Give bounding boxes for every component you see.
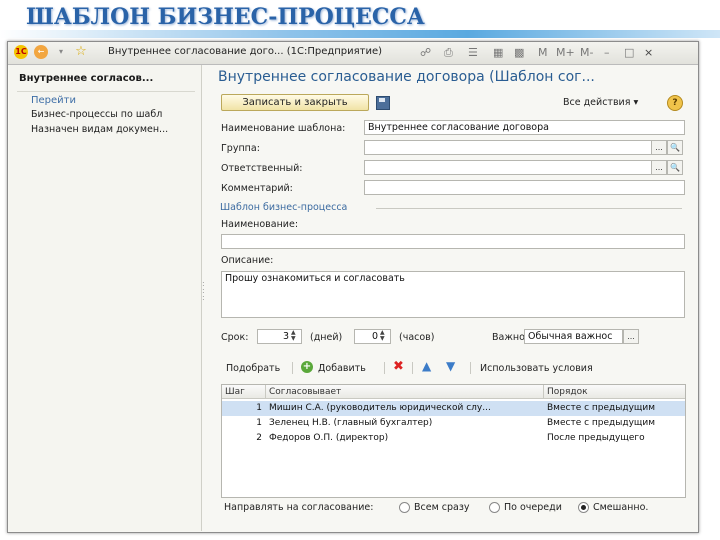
panel-splitter-handle[interactable]: ::: bbox=[202, 280, 205, 302]
hours-stepper-icon[interactable]: ▲ ▼ bbox=[380, 330, 385, 342]
description-label: Описание: bbox=[221, 255, 274, 266]
app-window: 1С ← ▾ ☆ Внутреннее согласование дого...… bbox=[7, 41, 699, 533]
memory-plus-button[interactable]: M+ bbox=[556, 46, 575, 59]
column-header-order[interactable]: Порядок bbox=[544, 385, 685, 399]
save-icon[interactable] bbox=[376, 96, 390, 110]
close-button[interactable]: × bbox=[644, 46, 653, 59]
help-icon[interactable]: ? bbox=[667, 95, 683, 111]
bp-name-label: Наименование: bbox=[221, 219, 299, 230]
order-cell: Вместе с предыдущим bbox=[547, 418, 656, 428]
pick-button[interactable]: Подобрать bbox=[226, 363, 280, 374]
comment-field[interactable] bbox=[364, 180, 685, 195]
importance-select[interactable]: Обычная важнос bbox=[524, 329, 623, 344]
importance-select-button[interactable]: ... bbox=[623, 329, 639, 344]
step-cell: 2 bbox=[256, 433, 262, 443]
routing-option-sequential-radio[interactable] bbox=[489, 502, 500, 513]
responsible-select-button[interactable]: ... bbox=[651, 160, 667, 175]
1c-logo-icon: 1С bbox=[14, 45, 28, 59]
days-unit-label: (дней) bbox=[310, 332, 343, 343]
toolbar-icon[interactable]: ☰ bbox=[468, 46, 478, 59]
favorite-star-icon[interactable]: ☆ bbox=[74, 45, 88, 59]
template-name-label: Наименование шаблона: bbox=[221, 123, 346, 134]
goto-section-label: Перейти bbox=[31, 95, 76, 106]
maximize-button[interactable]: □ bbox=[624, 46, 634, 59]
step-cell: 1 bbox=[256, 403, 262, 413]
days-stepper-icon[interactable]: ▲ ▼ bbox=[291, 330, 296, 342]
comment-label: Комментарий: bbox=[221, 183, 293, 194]
table-row[interactable]: 2 Федоров О.П. (директор) После предыдущ… bbox=[222, 431, 685, 446]
toolbar-divider bbox=[412, 362, 413, 374]
save-and-close-button[interactable]: Записать и закрыть bbox=[221, 94, 369, 111]
responsible-field[interactable] bbox=[364, 160, 655, 175]
nav-link-business-processes[interactable]: Бизнес-процессы по шабл bbox=[31, 109, 162, 120]
routing-option-sequential-label[interactable]: По очереди bbox=[504, 502, 562, 513]
move-down-icon[interactable]: ▼ bbox=[446, 359, 455, 373]
form-title: Внутреннее согласование договора (Шаблон… bbox=[218, 69, 595, 85]
toolbar-divider bbox=[470, 362, 471, 374]
bp-name-field[interactable] bbox=[221, 234, 685, 249]
add-button[interactable]: Добавить bbox=[318, 363, 366, 374]
routing-option-mixed-radio[interactable] bbox=[578, 502, 589, 513]
calculator-icon[interactable]: ▩ bbox=[514, 46, 524, 59]
group-select-button[interactable]: ... bbox=[651, 140, 667, 155]
column-header-approver[interactable]: Согласовывает bbox=[266, 385, 544, 399]
link-icon[interactable]: ☍ bbox=[420, 46, 431, 59]
table-row[interactable]: 1 Зеленец Н.В. (главный бухгалтер) Вмест… bbox=[222, 416, 685, 431]
approver-cell: Федоров О.П. (директор) bbox=[269, 433, 389, 443]
group-field[interactable] bbox=[364, 140, 655, 155]
template-name-field[interactable]: Внутреннее согласование договора bbox=[364, 120, 685, 135]
delete-icon[interactable]: ✖ bbox=[393, 359, 404, 374]
slide-title: ШАБЛОН БИЗНЕС-ПРОЦЕССА bbox=[26, 4, 425, 30]
group-search-icon[interactable]: 🔍 bbox=[667, 140, 683, 155]
step-cell: 1 bbox=[256, 418, 262, 428]
deadline-label: Срок: bbox=[221, 332, 249, 343]
calendar-icon[interactable]: ▦ bbox=[493, 46, 503, 59]
responsible-search-icon[interactable]: 🔍 bbox=[667, 160, 683, 175]
add-icon[interactable]: + bbox=[301, 361, 313, 373]
routing-option-mixed-label[interactable]: Смешанно. bbox=[593, 502, 648, 513]
use-conditions-button[interactable]: Использовать условия bbox=[480, 363, 593, 374]
window-title: Внутреннее согласование дого... (1С:Пред… bbox=[108, 46, 383, 57]
toolbar-divider bbox=[292, 362, 293, 374]
all-actions-menu[interactable]: Все действия ▾ bbox=[563, 97, 638, 108]
table-row[interactable]: 1 Мишин С.А. (руководитель юридической с… bbox=[222, 401, 685, 416]
bp-template-group-header: Шаблон бизнес-процесса bbox=[220, 202, 348, 213]
group-divider bbox=[376, 208, 682, 209]
responsible-label: Ответственный: bbox=[221, 163, 303, 174]
memory-minus-button[interactable]: M- bbox=[580, 46, 593, 59]
toolbar-divider bbox=[384, 362, 385, 374]
approver-cell: Мишин С.А. (руководитель юридической слу… bbox=[269, 403, 491, 413]
navigation-panel: Внутреннее согласов... Перейти Бизнес-пр… bbox=[9, 65, 202, 531]
routing-option-all-radio[interactable] bbox=[399, 502, 410, 513]
move-up-icon[interactable]: ▲ bbox=[422, 359, 431, 373]
nav-panel-header[interactable]: Внутреннее согласов... bbox=[19, 73, 153, 84]
approver-cell: Зеленец Н.В. (главный бухгалтер) bbox=[269, 418, 433, 428]
dropdown-arrow-icon[interactable]: ▾ bbox=[54, 45, 68, 59]
memory-button[interactable]: M bbox=[538, 46, 548, 59]
print-icon[interactable]: ⎙ bbox=[444, 46, 453, 60]
hours-unit-label: (часов) bbox=[399, 332, 435, 343]
column-header-step[interactable]: Шаг bbox=[222, 385, 266, 399]
back-icon[interactable]: ← bbox=[34, 45, 48, 59]
routing-label: Направлять на согласование: bbox=[224, 502, 374, 513]
routing-option-all-label[interactable]: Всем сразу bbox=[414, 502, 470, 513]
approvers-table[interactable]: Шаг Согласовывает Порядок 1 Мишин С.А. (… bbox=[221, 384, 686, 498]
group-label: Группа: bbox=[221, 143, 260, 154]
window-titlebar: 1С ← ▾ ☆ Внутреннее согласование дого...… bbox=[8, 42, 698, 65]
nav-link-document-types[interactable]: Назначен видам докумен... bbox=[31, 124, 168, 135]
order-cell: Вместе с предыдущим bbox=[547, 403, 656, 413]
deadline-hours-input[interactable]: 0 bbox=[354, 329, 391, 344]
nav-divider bbox=[17, 91, 195, 92]
description-textarea[interactable]: Прошу ознакомиться и согласовать bbox=[221, 271, 685, 318]
decorative-divider bbox=[0, 30, 720, 38]
minimize-button[interactable]: – bbox=[604, 46, 610, 59]
order-cell: После предыдущего bbox=[547, 433, 645, 443]
